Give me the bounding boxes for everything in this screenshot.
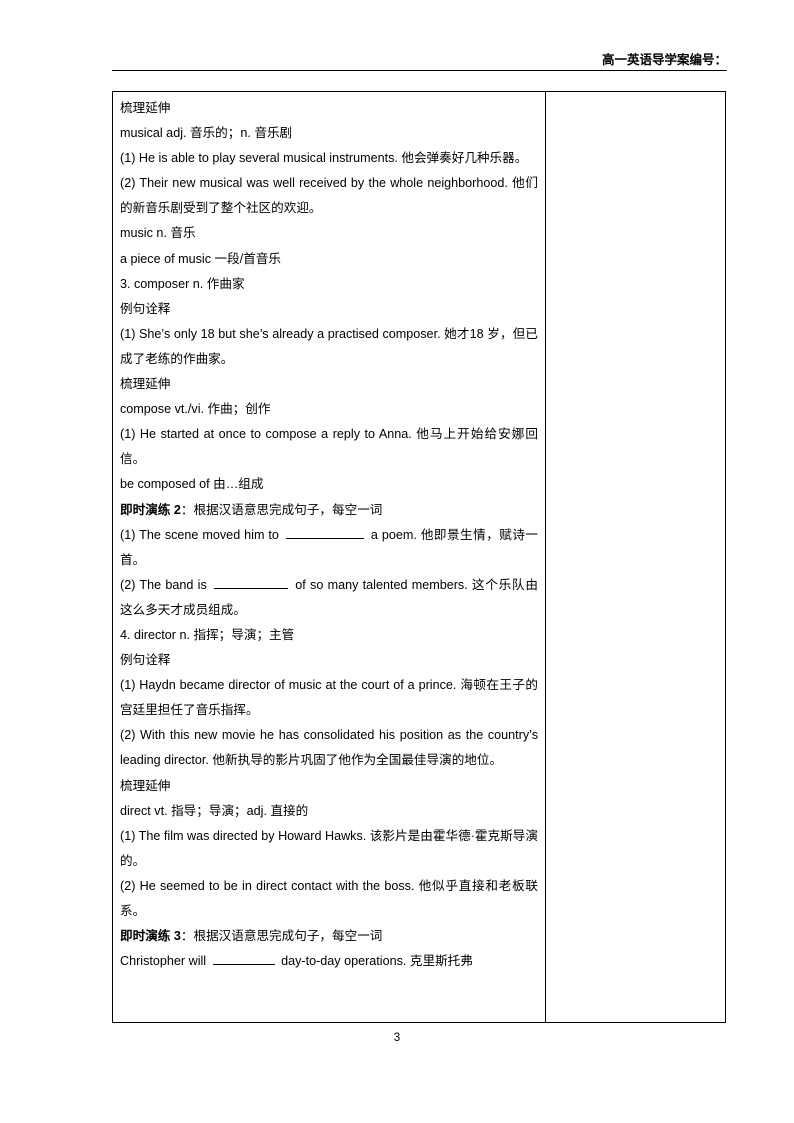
answer-blank[interactable] (214, 575, 289, 589)
body-line: (2) With this new movie he has consolida… (120, 728, 538, 768)
body-line: (1) Haydn became director of music at th… (120, 678, 538, 718)
body-line: (2) Their new musical was well received … (120, 176, 538, 216)
table-cell-content: 梳理延伸 musical adj. 音乐的；n. 音乐剧 (1) He is abl… (113, 92, 546, 1022)
section-heading: 梳理延伸 (120, 377, 171, 392)
exercise-heading: 即时演练 3：根据汉语意思完成句子，每空一词 (120, 924, 538, 949)
sentence-text-before: (1) The scene moved him to (120, 527, 283, 542)
body-line: (1) The film was directed by Howard Hawk… (120, 828, 538, 868)
section-heading: 梳理延伸 (120, 778, 171, 793)
body-line: (1) He is able to play several musical i… (120, 151, 528, 166)
body-line: a piece of music 一段/首音乐 (120, 251, 281, 266)
sentence-text-after: day-to-day operations. 克里斯托弗 (277, 954, 473, 969)
exercise-label: 即时演练 2 (120, 502, 181, 517)
body-line: musical adj. 音乐的；n. 音乐剧 (120, 126, 293, 141)
page-header: 高一英语导学案编号： (112, 52, 727, 71)
page-footer: 3 (0, 1031, 794, 1045)
exercise-heading: 即时演练 2：根据汉语意思完成句子，每空一词 (120, 498, 538, 523)
sentence-text-before: (2) The band is (120, 577, 212, 592)
body-line: (1) She’s only 18 but she’s already a pr… (120, 326, 538, 366)
fill-in-blank-sentence: Christopher will day-to-day operations. … (120, 949, 538, 974)
page-number: 3 (393, 1032, 401, 1044)
exercise-label: 即时演练 3 (120, 929, 181, 944)
body-line: 4. director n. 指挥；导演；主管 (120, 627, 295, 642)
fill-in-blank-sentence: (1) The scene moved him to a poem. 他即景生情… (120, 523, 538, 573)
exercise-instruction: ：根据汉语意思完成句子，每空一词 (180, 929, 383, 944)
section-heading: 例句诠释 (120, 301, 171, 316)
header-title: 高一英语导学案编号： (601, 53, 727, 67)
sentence-text-before: Christopher will (120, 954, 210, 969)
answer-blank[interactable] (285, 525, 364, 539)
section-heading: 梳理延伸 (120, 101, 171, 115)
exercise-instruction: ：根据汉语意思完成句子，每空一词 (180, 502, 383, 517)
content-table: 梳理延伸 musical adj. 音乐的；n. 音乐剧 (1) He is abl… (112, 91, 726, 1023)
body-line: direct vt. 指导；导演；adj. 直接的 (120, 803, 309, 818)
body-line: be composed of 由…组成 (120, 477, 264, 492)
body-line: music n. 音乐 (120, 226, 196, 241)
section-heading: 例句诠释 (120, 653, 171, 668)
body-line: compose vt./vi. 作曲；创作 (120, 402, 271, 417)
document-page: 高一英语导学案编号： 梳理延伸 musical adj. 音乐的；n. 音乐剧 (1… (0, 0, 794, 1123)
header-divider (112, 70, 727, 71)
body-line: (1) He started at once to compose a repl… (120, 427, 538, 467)
table-cell-notes (546, 92, 725, 1022)
answer-blank[interactable] (212, 951, 275, 966)
body-line: (2) He seemed to be in direct contact wi… (120, 878, 538, 918)
body-line: 3. composer n. 作曲家 (120, 276, 245, 291)
fill-in-blank-sentence: (2) The band is of so many talented memb… (120, 573, 538, 623)
